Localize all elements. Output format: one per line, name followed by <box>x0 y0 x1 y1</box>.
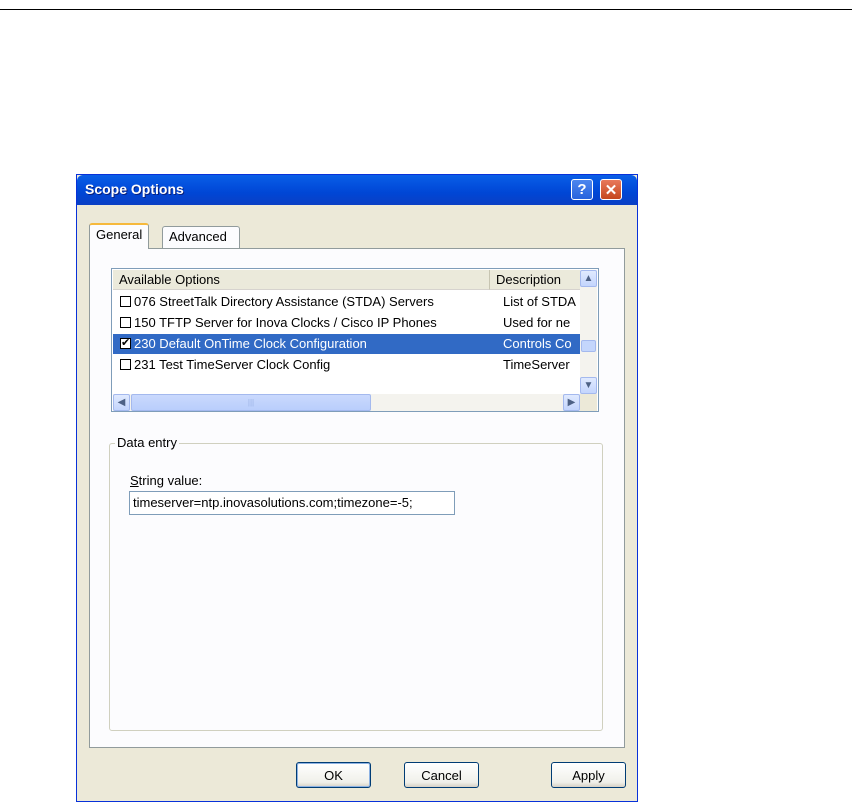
close-icon: ✕ <box>604 181 618 199</box>
chevron-up-icon: ▲ <box>583 273 594 284</box>
scrollbar-corner <box>580 394 597 411</box>
column-header-available-options[interactable]: Available Options <box>113 270 490 290</box>
option-name: 230 Default OnTime Clock Configuration <box>134 336 367 351</box>
question-mark-icon: ? <box>577 181 587 198</box>
option-description: TimeServer <box>503 357 570 372</box>
list-item[interactable]: 231 Test TimeServer Clock Config TimeSer… <box>113 355 580 375</box>
available-options-list[interactable]: Available Options Description 076 Street… <box>111 268 599 412</box>
chevron-down-icon: ▼ <box>583 380 594 391</box>
scroll-left-button[interactable]: ◀ <box>113 394 130 411</box>
string-value-label-text: tring value: <box>138 473 203 488</box>
option-checkbox-checked[interactable]: ✔ <box>120 338 131 349</box>
string-value-input[interactable]: timeserver=ntp.inovasolutions.com;timezo… <box>129 491 455 515</box>
chevron-right-icon: ▶ <box>567 397 576 408</box>
option-checkbox[interactable] <box>120 359 131 370</box>
vertical-scrollbar[interactable]: ▲ ▼ <box>580 270 597 394</box>
column-header-description[interactable]: Description <box>490 270 581 290</box>
help-button[interactable]: ? <box>571 179 593 200</box>
option-checkbox[interactable] <box>120 296 131 307</box>
scope-options-dialog: Scope Options ? ✕ General Advanced Avail… <box>76 174 638 802</box>
option-description: Used for ne <box>503 315 571 330</box>
data-entry-group-label: Data entry <box>115 435 179 450</box>
list-item[interactable]: 076 StreetTalk Directory Assistance (STD… <box>113 292 580 312</box>
dialog-title: Scope Options <box>85 181 184 197</box>
chevron-left-icon: ◀ <box>117 397 126 408</box>
ok-button[interactable]: OK <box>296 762 371 788</box>
apply-button[interactable]: Apply <box>551 762 626 788</box>
vertical-scroll-thumb[interactable] <box>581 340 596 352</box>
title-bar[interactable]: Scope Options ? ✕ <box>77 175 637 205</box>
page-top-rule <box>0 9 852 10</box>
tab-general[interactable]: General <box>89 223 150 249</box>
horizontal-scroll-thumb[interactable]: ||| <box>131 394 371 411</box>
close-button[interactable]: ✕ <box>600 179 622 200</box>
option-checkbox[interactable] <box>120 317 131 328</box>
scroll-down-button[interactable]: ▼ <box>580 377 597 394</box>
scroll-right-button[interactable]: ▶ <box>563 394 580 411</box>
string-value-label: String value: <box>130 473 202 488</box>
scroll-up-button[interactable]: ▲ <box>580 270 597 287</box>
tab-advanced[interactable]: Advanced <box>162 226 240 248</box>
option-name: 076 StreetTalk Directory Assistance (STD… <box>134 294 434 309</box>
option-description: Controls Co <box>503 336 572 351</box>
option-name: 150 TFTP Server for Inova Clocks / Cisco… <box>134 315 437 330</box>
option-description: List of STDA <box>503 294 576 309</box>
list-item[interactable]: 150 TFTP Server for Inova Clocks / Cisco… <box>113 313 580 333</box>
list-item-selected[interactable]: ✔ 230 Default OnTime Clock Configuration… <box>113 334 580 354</box>
grip-icon: ||| <box>247 398 255 407</box>
horizontal-scrollbar[interactable]: ◀ ||| ▶ <box>113 394 580 411</box>
cancel-button[interactable]: Cancel <box>404 762 479 788</box>
accelerator-key: S <box>130 473 139 488</box>
option-name: 231 Test TimeServer Clock Config <box>134 357 331 372</box>
